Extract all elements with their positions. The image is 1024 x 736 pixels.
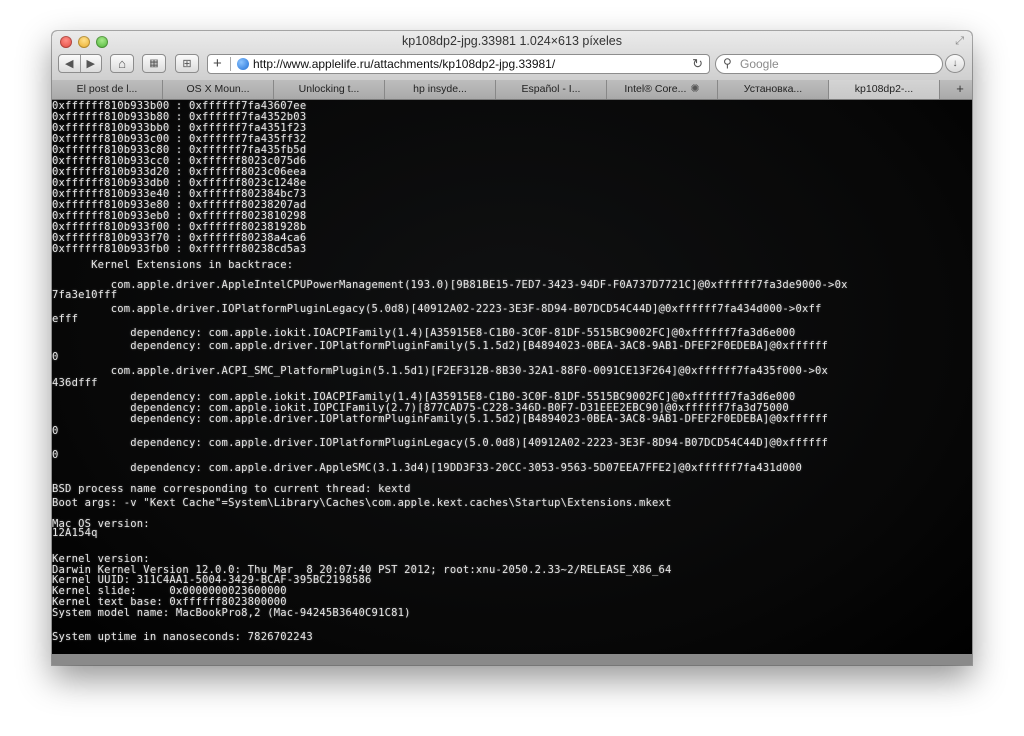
tab-label: hp insyde... [413, 83, 467, 95]
log-line: dependency: com.apple.driver.IOPlatformP… [52, 340, 829, 352]
page-image: 0xffffff810b933b00 : 0xffffff7fa43607ee 0… [52, 100, 972, 665]
tab[interactable]: hp insyde... [385, 80, 496, 99]
log-line: 12A154q [52, 527, 98, 539]
address-url[interactable]: http://www.applelife.ru/attachments/kp10… [253, 57, 555, 71]
log-line: 436dfff [52, 377, 98, 389]
new-tab-icon[interactable]: + [948, 80, 972, 99]
log-line: com.apple.driver.ACPI_SMC_PlatformPlugin… [52, 365, 829, 377]
title-bar: kp108dp2-jpg.33981 1.024×613 píxeles ⤢ ◀… [52, 31, 972, 81]
log-line: 7fa3e10fff [52, 289, 118, 301]
tab-label: Установка... [743, 83, 803, 95]
tab-label: kp108dp2-... [854, 83, 914, 95]
window-title: kp108dp2-jpg.33981 1.024×613 píxeles [402, 34, 622, 48]
log-line: 0 [52, 425, 59, 437]
tab[interactable]: OS X Moun... [163, 80, 274, 99]
tab-active[interactable]: kp108dp2-... [829, 80, 940, 99]
add-bookmark-icon[interactable]: + [213, 55, 222, 73]
loading-spinner-icon: ✺ [690, 83, 700, 95]
log-line: 0 [52, 351, 59, 363]
back-arrow-icon[interactable]: ◀ [59, 57, 80, 70]
tab-label: Español - I... [521, 83, 581, 95]
tab[interactable]: Unlocking t... [274, 80, 385, 99]
log-line: System model name: MacBookPro8,2 (Mac-94… [52, 607, 411, 619]
top-sites-icon[interactable]: ▦ [142, 54, 166, 73]
globe-icon [237, 58, 249, 70]
log-line: dependency: com.apple.driver.IOPlatformP… [52, 413, 829, 425]
tab[interactable]: Установка... [718, 80, 829, 99]
downloads-icon[interactable]: ↓ [945, 54, 965, 73]
log-line: efff [52, 313, 79, 325]
reload-icon[interactable]: ↻ [692, 56, 703, 72]
log-line: dependency: com.apple.driver.AppleSMC(3.… [52, 462, 802, 474]
tab-bar: El post de l... OS X Moun... Unlocking t… [52, 80, 972, 100]
toolbar: ◀ ▶ ⌂ ▦ ⊞ + http://www.applelife.ru/atta… [52, 52, 972, 78]
divider [230, 57, 231, 71]
bookmarks-icon[interactable]: ⊞ [175, 54, 199, 73]
browser-window: kp108dp2-jpg.33981 1.024×613 píxeles ⤢ ◀… [52, 31, 972, 665]
tab[interactable]: El post de l... [52, 80, 163, 99]
log-line: dependency: com.apple.iokit.IOACPIFamily… [52, 327, 796, 339]
log-line: Boot args: -v "Kext Cache"=System\Librar… [52, 497, 672, 509]
log-line: System uptime in nanoseconds: 7826702243 [52, 631, 313, 643]
search-placeholder: Google [740, 57, 779, 71]
tab-label: OS X Moun... [186, 83, 250, 95]
log-line: 0xffffff810b933fb0 : 0xffffff80238cd5a3 [52, 243, 307, 255]
forward-arrow-icon[interactable]: ▶ [81, 57, 102, 70]
tab[interactable]: Español - I... [496, 80, 607, 99]
log-line: dependency: com.apple.driver.IOPlatformP… [52, 437, 829, 449]
status-bar [52, 654, 972, 665]
tab[interactable]: Intel® Core... ✺ [607, 80, 718, 99]
fullscreen-icon[interactable]: ⤢ [955, 35, 964, 48]
log-line: com.apple.driver.IOPlatformPluginLegacy(… [52, 303, 822, 315]
log-line: 0 [52, 449, 59, 461]
tab-label: Intel® Core... [624, 83, 687, 95]
search-icon: ⚲ [723, 56, 732, 70]
log-line: com.apple.driver.AppleIntelCPUPowerManag… [52, 279, 848, 291]
log-line: BSD process name corresponding to curren… [52, 483, 411, 495]
home-icon[interactable]: ⌂ [110, 54, 134, 73]
address-bar[interactable]: + http://www.applelife.ru/attachments/kp… [207, 54, 710, 74]
back-forward-buttons: ◀ ▶ [58, 54, 102, 73]
search-input[interactable]: ⚲ Google [715, 54, 943, 74]
tab-label: El post de l... [76, 83, 138, 95]
tab-label: Unlocking t... [298, 83, 360, 95]
log-line: Kernel Extensions in backtrace: [52, 259, 294, 271]
